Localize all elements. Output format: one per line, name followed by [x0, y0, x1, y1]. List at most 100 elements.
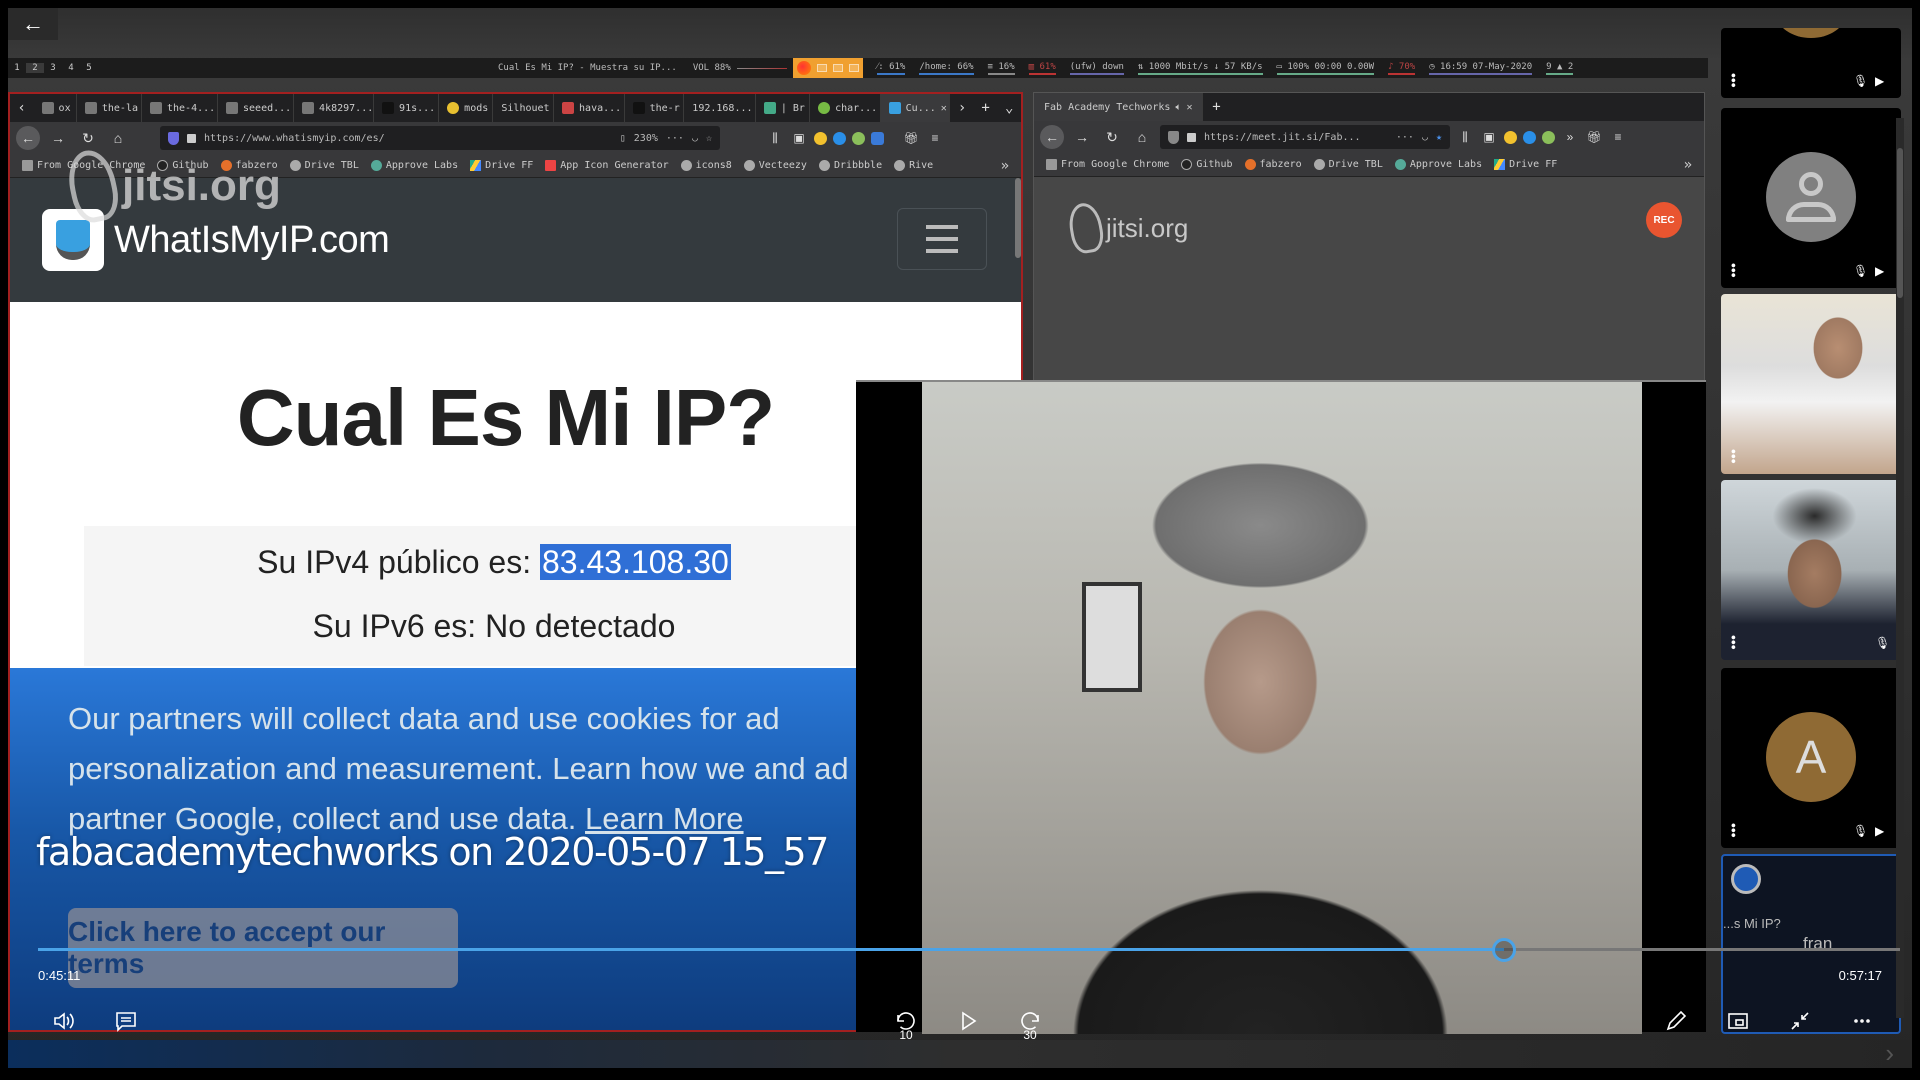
forward-icon[interactable]: →: [46, 126, 70, 150]
mini-view-button[interactable]: [1720, 1004, 1756, 1038]
new-tab-icon[interactable]: +: [974, 100, 998, 116]
more-options-icon[interactable]: •••: [1726, 73, 1742, 88]
browser-tab[interactable]: Silhouet: [493, 94, 555, 122]
participant-tile[interactable]: ••• 🎙︎ ▶: [1721, 108, 1901, 288]
participant-tile[interactable]: A ••• 🎙︎ ▶: [1721, 668, 1901, 848]
browser-tab[interactable]: char...: [810, 94, 881, 122]
volume-button[interactable]: [46, 1004, 82, 1038]
participant-tile-video[interactable]: ••• 🎙︎: [1721, 480, 1901, 660]
library-icon[interactable]: ⫼: [1456, 128, 1474, 146]
jitsi-brand[interactable]: jitsi.org: [1065, 200, 1188, 256]
tray-app-icon[interactable]: [816, 64, 827, 72]
bookmark-item[interactable]: icons8: [680, 160, 732, 171]
workspace-2[interactable]: 2: [26, 63, 44, 73]
browser-tab[interactable]: seeed...: [218, 94, 295, 122]
close-tab-icon[interactable]: ✕: [941, 103, 947, 114]
reload-icon[interactable]: ↻: [1100, 125, 1124, 149]
browser-tab[interactable]: the-la: [77, 94, 142, 122]
browser-tab[interactable]: hava...: [554, 94, 625, 122]
browser-tab[interactable]: 4k8297...: [294, 94, 375, 122]
menu-icon[interactable]: ≡: [1609, 128, 1627, 146]
extension-icon[interactable]: [1523, 130, 1536, 144]
bookmark-item[interactable]: Drive FF: [470, 160, 533, 171]
bookmark-item[interactable]: Github: [1181, 159, 1233, 170]
page-scrollbar[interactable]: [1015, 178, 1021, 258]
extension-icon[interactable]: [871, 131, 884, 145]
speaker-icon[interactable]: 🔈︎: [1175, 102, 1181, 113]
scroll-tabs-left-icon[interactable]: ‹: [10, 100, 34, 116]
sidebar-icon[interactable]: ▣: [1480, 128, 1498, 146]
back-icon[interactable]: ←: [1040, 125, 1064, 149]
browser-tab[interactable]: the-4...: [142, 94, 219, 122]
tracking-shield-icon[interactable]: [168, 131, 179, 145]
browser-tab-active[interactable]: Fab Academy Techworks 🔈︎ ✕: [1034, 93, 1204, 121]
url-text[interactable]: https://meet.jit.si/Fab...: [1204, 132, 1388, 143]
browser-tab-active[interactable]: Cu... ✕: [880, 94, 951, 122]
more-options-button[interactable]: [1844, 1004, 1880, 1038]
bookmark-item[interactable]: Approve Labs: [370, 160, 458, 171]
scroll-tabs-right-icon[interactable]: ›: [950, 100, 974, 116]
workspace-3[interactable]: 3: [44, 63, 62, 73]
pocket-icon[interactable]: ◡: [1422, 132, 1428, 143]
browser-tab[interactable]: ox: [34, 94, 77, 122]
gift-icon[interactable]: 🎁︎: [1585, 128, 1603, 146]
bookmark-item[interactable]: Approve Labs: [1394, 159, 1482, 170]
more-tools-icon[interactable]: »: [1561, 128, 1579, 146]
extension-icon[interactable]: [833, 131, 846, 145]
participant-tile[interactable]: ••• 🎙︎ ▶: [1721, 28, 1901, 98]
tray-window-icon[interactable]: [848, 64, 859, 72]
back-button[interactable]: ←: [8, 8, 58, 40]
browser-tab[interactable]: 91s...: [374, 94, 440, 122]
bookmark-item[interactable]: Vecteezy: [743, 160, 807, 171]
bookmark-star-icon[interactable]: ☆: [706, 133, 712, 144]
bookmark-item[interactable]: fabzero: [1244, 159, 1302, 170]
tracking-shield-icon[interactable]: [1168, 130, 1179, 144]
bookmark-item[interactable]: App Icon Generator: [545, 160, 669, 171]
zoom-level[interactable]: 230%: [634, 133, 658, 144]
bookmark-item[interactable]: Drive FF: [1494, 159, 1557, 170]
new-tab-icon[interactable]: +: [1203, 99, 1229, 115]
participant-tile-video[interactable]: •••: [1721, 294, 1901, 474]
edit-button[interactable]: [1658, 1004, 1694, 1038]
exit-fullscreen-button[interactable]: [1782, 1004, 1818, 1038]
bookmark-item[interactable]: Drive TBL: [1313, 159, 1383, 170]
url-bar[interactable]: https://meet.jit.si/Fab... ··· ◡ ★: [1160, 125, 1450, 149]
lock-icon[interactable]: [1187, 132, 1196, 142]
close-tab-icon[interactable]: ✕: [1186, 102, 1192, 113]
site-name[interactable]: WhatIsMyIP.com: [114, 219, 390, 262]
more-options-icon[interactable]: •••: [1726, 823, 1742, 838]
more-bookmarks-icon[interactable]: »: [1684, 157, 1692, 173]
tray-notification-icon[interactable]: [832, 64, 843, 72]
browser-tab[interactable]: | Br: [756, 94, 811, 122]
firefox-icon[interactable]: [796, 61, 811, 75]
sidebar-icon[interactable]: ▣: [790, 129, 808, 147]
next-chevron-icon[interactable]: ›: [1885, 1038, 1894, 1068]
forward-icon[interactable]: →: [1070, 125, 1094, 149]
ipv4-value[interactable]: 83.43.108.30: [539, 544, 731, 580]
library-icon[interactable]: ⫼: [766, 129, 784, 147]
bookmark-star-filled-icon[interactable]: ★: [1436, 132, 1442, 143]
bookmark-item[interactable]: From Google Chrome: [1046, 159, 1169, 170]
captions-button[interactable]: [108, 1004, 144, 1038]
url-text[interactable]: https://www.whatismyip.com/es/: [204, 133, 612, 144]
bookmark-item[interactable]: Drive TBL: [289, 160, 359, 171]
lock-icon[interactable]: [187, 133, 196, 143]
workspace-1[interactable]: 1: [8, 63, 26, 73]
bookmark-item[interactable]: Dribbble: [818, 160, 882, 171]
list-tabs-chevron-icon[interactable]: ⌄: [997, 100, 1021, 116]
page-actions-icon[interactable]: ···: [1396, 132, 1414, 143]
filmstrip-scrollbar[interactable]: [1896, 118, 1904, 1018]
browser-tab[interactable]: mods: [439, 94, 494, 122]
more-bookmarks-icon[interactable]: »: [1001, 158, 1009, 174]
play-button[interactable]: [950, 1004, 986, 1038]
extension-icon[interactable]: [814, 131, 827, 145]
extension-icon[interactable]: [1542, 130, 1555, 144]
home-icon[interactable]: ⌂: [1130, 125, 1154, 149]
workspace-4[interactable]: 4: [62, 63, 80, 73]
seek-bar[interactable]: [38, 938, 1900, 962]
more-options-icon[interactable]: •••: [1726, 635, 1742, 650]
hamburger-menu-button[interactable]: [897, 208, 987, 270]
workspace-5[interactable]: 5: [80, 63, 98, 73]
reload-icon[interactable]: ↻: [76, 126, 100, 150]
skip-back-button[interactable]: 10: [888, 1004, 924, 1042]
